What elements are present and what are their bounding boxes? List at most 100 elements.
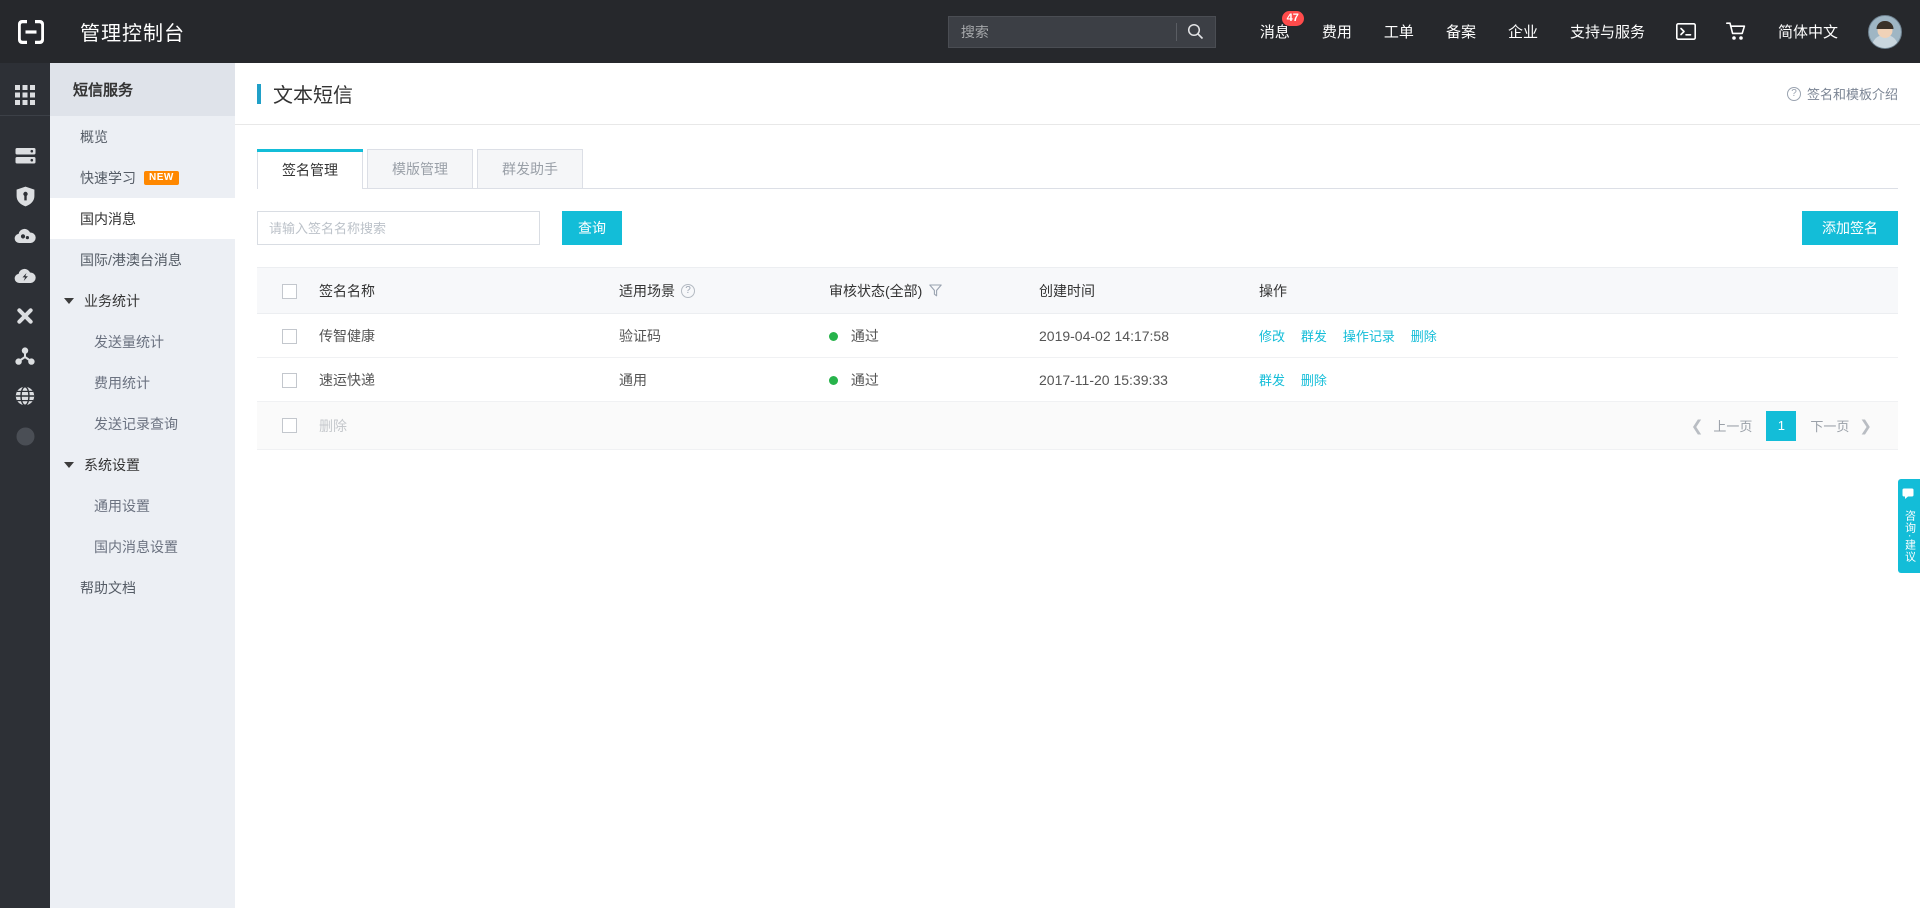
page-number-1[interactable]: 1 — [1766, 410, 1797, 441]
nav-enterprise[interactable]: 企业 — [1492, 0, 1554, 63]
grid-apps-icon — [15, 85, 35, 105]
rail-item-products[interactable] — [0, 75, 50, 115]
rail-item-security[interactable] — [0, 176, 50, 216]
help-link-label: 签名和模板介绍 — [1806, 87, 1898, 102]
global-search[interactable] — [947, 15, 1216, 48]
th-inner: 审核状态(全部) — [829, 281, 1039, 301]
cloud-shell-button[interactable] — [1661, 0, 1711, 63]
sidebar-item-label: 系统设置 — [84, 456, 140, 473]
terminal-icon — [1675, 23, 1696, 40]
row-checkbox[interactable] — [282, 328, 297, 344]
nav-icp[interactable]: 备案 — [1430, 0, 1492, 63]
tab-signature-management[interactable]: 签名管理 — [257, 149, 363, 189]
shopping-cart-button[interactable] — [1711, 0, 1762, 63]
sidebar-item-label: 帮助文档 — [80, 579, 136, 596]
tab-label: 群发助手 — [502, 161, 558, 177]
tab-template-management[interactable]: 模版管理 — [367, 149, 473, 188]
rail-item-cloud[interactable] — [0, 216, 50, 256]
rail-item-network[interactable] — [0, 296, 50, 336]
chevron-left-icon[interactable]: ❮ — [1683, 417, 1712, 435]
nav-messages-badge: 47 — [1281, 11, 1304, 26]
action-edit[interactable]: 修改 — [1259, 329, 1285, 344]
sidebar-item-international[interactable]: 国际/港澳台消息 — [50, 239, 235, 280]
sidebar-item-label: 国内消息 — [80, 210, 136, 227]
th-inner: 签名名称 — [319, 281, 619, 301]
action-bulk-send[interactable]: 群发 — [1301, 329, 1327, 344]
search-input[interactable] — [948, 16, 1176, 47]
query-button[interactable]: 查询 — [562, 211, 622, 245]
language-label: 简体中文 — [1777, 24, 1838, 41]
question-circle-icon[interactable]: ? — [681, 283, 695, 298]
sidebar-item-domestic[interactable]: 国内消息 — [50, 198, 235, 239]
table-footer: 删除 ❮ 上一页 1 下一页 ❯ — [257, 402, 1898, 450]
sidebar-item-domestic-settings[interactable]: 国内消息设置 — [50, 526, 235, 567]
nav-tickets[interactable]: 工单 — [1368, 0, 1430, 63]
batch-delete-button[interactable]: 删除 — [319, 416, 347, 436]
cell-signature-name: 速运快递 — [319, 357, 619, 402]
cell-scene: 通用 — [619, 357, 829, 402]
cell-signature-name: 传智健康 — [319, 313, 619, 358]
sidebar-item-send-count[interactable]: 发送量统计 — [50, 321, 235, 362]
table-row[interactable]: 传智健康 验证码 通过 2019-04-02 14:17:58 修改 群发 操作… — [257, 313, 1898, 358]
sidebar-item-label: 费用统计 — [94, 374, 150, 391]
sidebar-item-quickstart[interactable]: 快速学习 NEW — [50, 157, 235, 198]
rail-item-ecs[interactable] — [0, 136, 50, 176]
sidebar-item-general-settings[interactable]: 通用设置 — [50, 485, 235, 526]
shopping-cart-icon — [1725, 22, 1746, 40]
select-all-checkbox[interactable] — [282, 283, 297, 299]
search-submit-button[interactable] — [1177, 17, 1215, 47]
rail-item-more[interactable] — [0, 416, 50, 456]
cell-scene: 验证码 — [619, 313, 829, 358]
console-title: 管理控制台 — [80, 23, 185, 45]
question-circle-icon: ? — [1786, 86, 1801, 101]
col-audit-status: 审核状态(全部) — [829, 267, 1039, 314]
title-accent-bar — [257, 83, 261, 104]
column-label: 操作 — [1259, 282, 1287, 299]
cell-create-time: 2019-04-02 14:17:58 — [1039, 313, 1259, 358]
filter-icon[interactable] — [929, 284, 943, 297]
action-operation-log[interactable]: 操作记录 — [1343, 329, 1395, 344]
row-checkbox[interactable] — [282, 372, 297, 388]
nav-messages[interactable]: 消息 47 — [1244, 0, 1306, 63]
rail-item-database[interactable] — [0, 256, 50, 296]
add-signature-button[interactable]: 添加签名 — [1802, 211, 1898, 245]
nav-support[interactable]: 支持与服务 — [1554, 0, 1661, 63]
prev-page-button[interactable]: 上一页 — [1711, 416, 1754, 435]
sidebar-item-overview[interactable]: 概览 — [50, 116, 235, 157]
action-delete[interactable]: 删除 — [1411, 329, 1437, 344]
user-menu[interactable] — [1854, 14, 1920, 49]
sidebar-item-cost-stat[interactable]: 费用统计 — [50, 362, 235, 403]
table-head: 签名名称 适用场景 ? 审核状态(全部) 创建时间 操作 — [257, 267, 1898, 314]
rail-item-cdn[interactable] — [0, 376, 50, 416]
sidebar-group-settings[interactable]: 系统设置 — [50, 444, 235, 485]
chevron-right-icon[interactable]: ❯ — [1851, 417, 1880, 435]
sidebar-item-label: 快速学习 — [80, 169, 136, 186]
tab-bulk-assistant[interactable]: 群发助手 — [477, 149, 583, 188]
table-row[interactable]: 速运快递 通用 通过 2017-11-20 15:39:33 群发 删除 — [257, 357, 1898, 402]
aliyun-logo-icon — [18, 19, 44, 44]
sidebar-item-help-docs[interactable]: 帮助文档 — [50, 567, 235, 608]
tab-label: 签名管理 — [282, 161, 338, 178]
sidebar-item-send-records[interactable]: 发送记录查询 — [50, 403, 235, 444]
col-signature-name: 签名名称 — [319, 267, 619, 314]
footer-select-all-checkbox[interactable] — [282, 418, 297, 433]
action-bulk-send[interactable]: 群发 — [1259, 373, 1285, 388]
sidebar-group-statistics[interactable]: 业务统计 — [50, 280, 235, 321]
sidebar-item-label: 通用设置 — [94, 497, 150, 514]
service-sidebar: 短信服务 概览 快速学习 NEW 国内消息 国际/港澳台消息 业务统计 发送量统… — [50, 63, 235, 908]
col-scene: 适用场景 ? — [619, 267, 829, 314]
signature-search-input[interactable] — [257, 211, 540, 245]
next-page-button[interactable]: 下一页 — [1808, 416, 1851, 435]
share-nodes-icon — [15, 346, 35, 365]
language-selector[interactable]: 简体中文 — [1762, 0, 1854, 63]
nav-billing[interactable]: 费用 — [1306, 0, 1368, 63]
nav-support-label: 支持与服务 — [1569, 24, 1645, 41]
consult-suggestion-tab[interactable]: 咨询·建议 — [1898, 479, 1920, 573]
rail-item-share[interactable] — [0, 336, 50, 376]
signature-template-intro-link[interactable]: ? 签名和模板介绍 — [1786, 84, 1898, 103]
tab-label: 模版管理 — [392, 161, 448, 177]
action-delete[interactable]: 删除 — [1301, 373, 1327, 388]
logo-button[interactable] — [0, 0, 62, 63]
avatar-hair — [1876, 20, 1894, 29]
cell-actions: 群发 删除 — [1259, 357, 1898, 402]
